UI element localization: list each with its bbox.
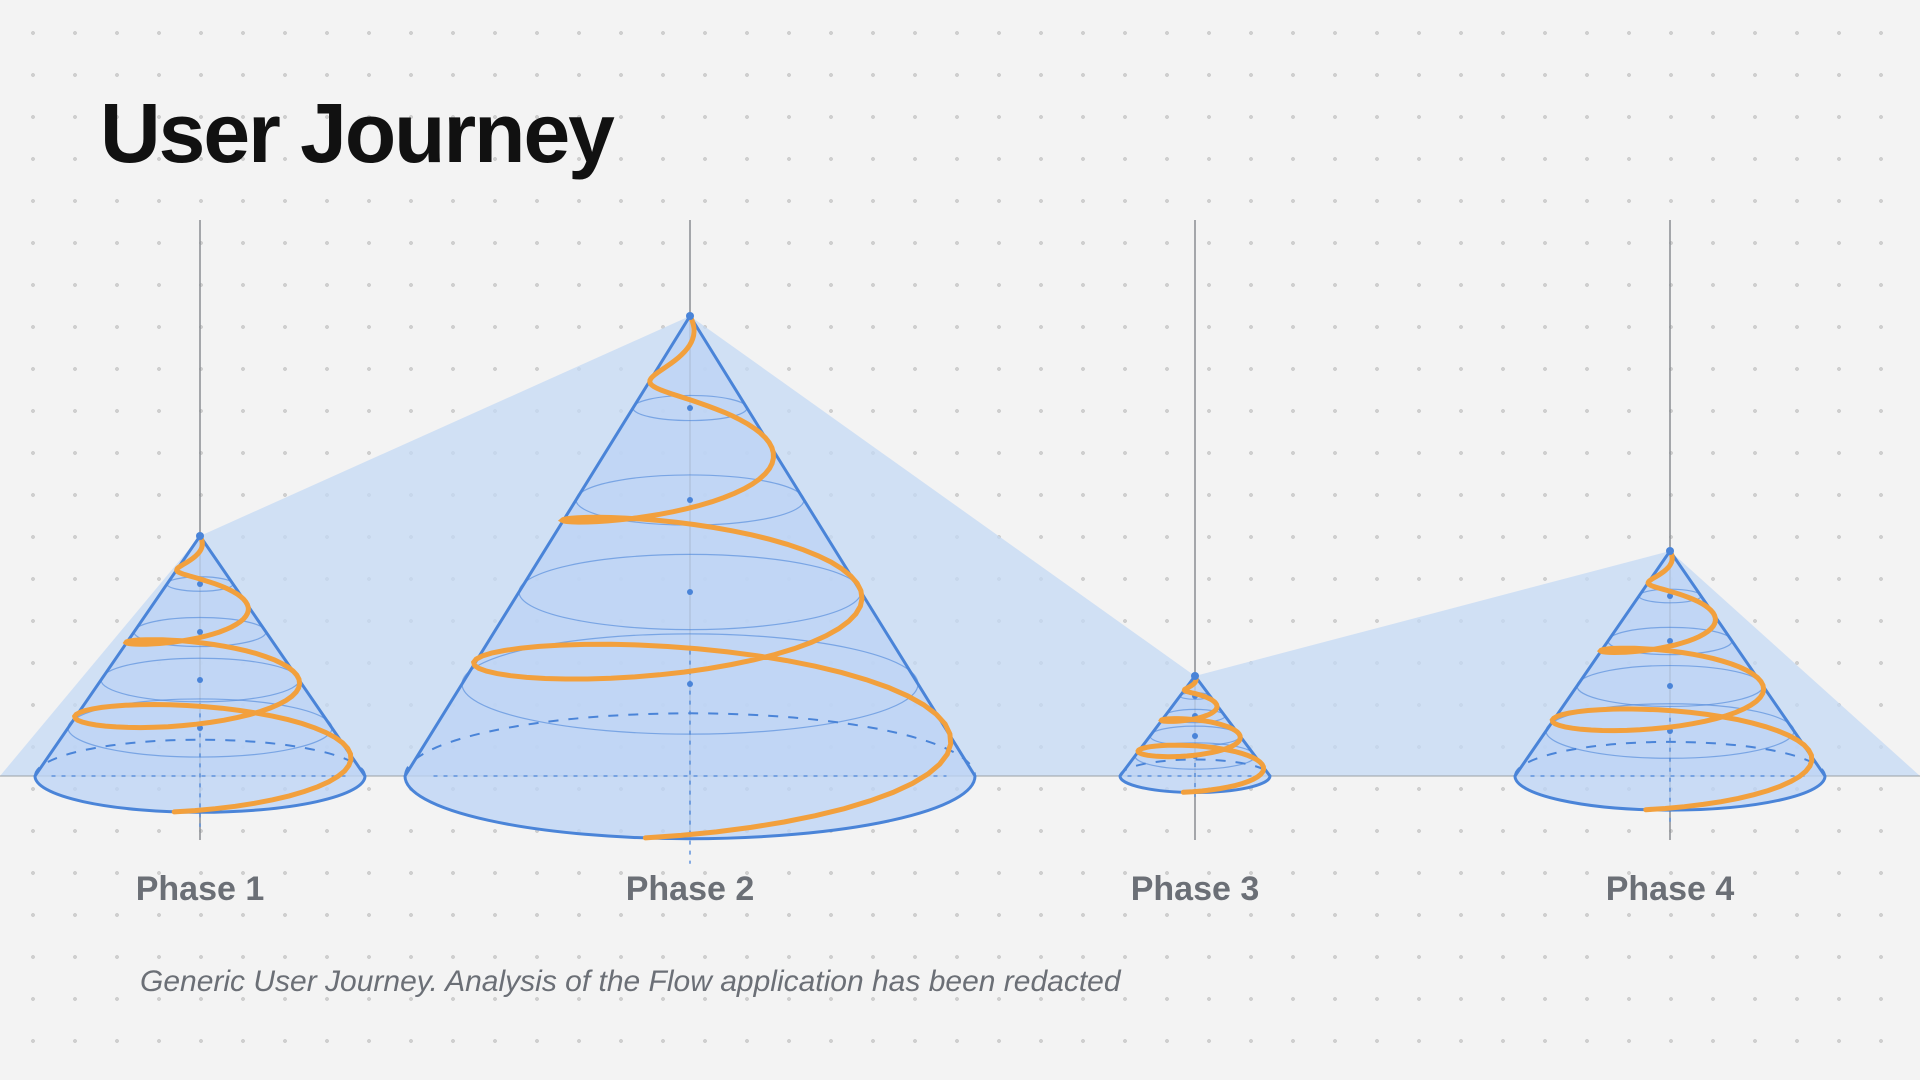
cone-ring-dot xyxy=(197,629,203,635)
cone-ring-dot xyxy=(687,497,693,503)
phase-label-4: Phase 4 xyxy=(1606,870,1735,909)
cone-ring-dot xyxy=(197,677,203,683)
diagram-caption: Generic User Journey. Analysis of the Fl… xyxy=(140,965,1121,999)
phase-label-3: Phase 3 xyxy=(1131,870,1260,909)
page-title: User Journey xyxy=(100,85,613,182)
cone-apex-dot xyxy=(1191,672,1199,680)
cone-ring-dot xyxy=(1192,733,1198,739)
cone-ring-dot xyxy=(687,589,693,595)
cone-apex-dot xyxy=(1666,547,1674,555)
cone-apex-dot xyxy=(686,312,694,320)
cone-ring-dot xyxy=(687,405,693,411)
phase-label-1: Phase 1 xyxy=(136,870,265,909)
phase-label-2: Phase 2 xyxy=(626,870,755,909)
cone-apex-dot xyxy=(196,532,204,540)
cone-ring-dot xyxy=(1667,683,1673,689)
